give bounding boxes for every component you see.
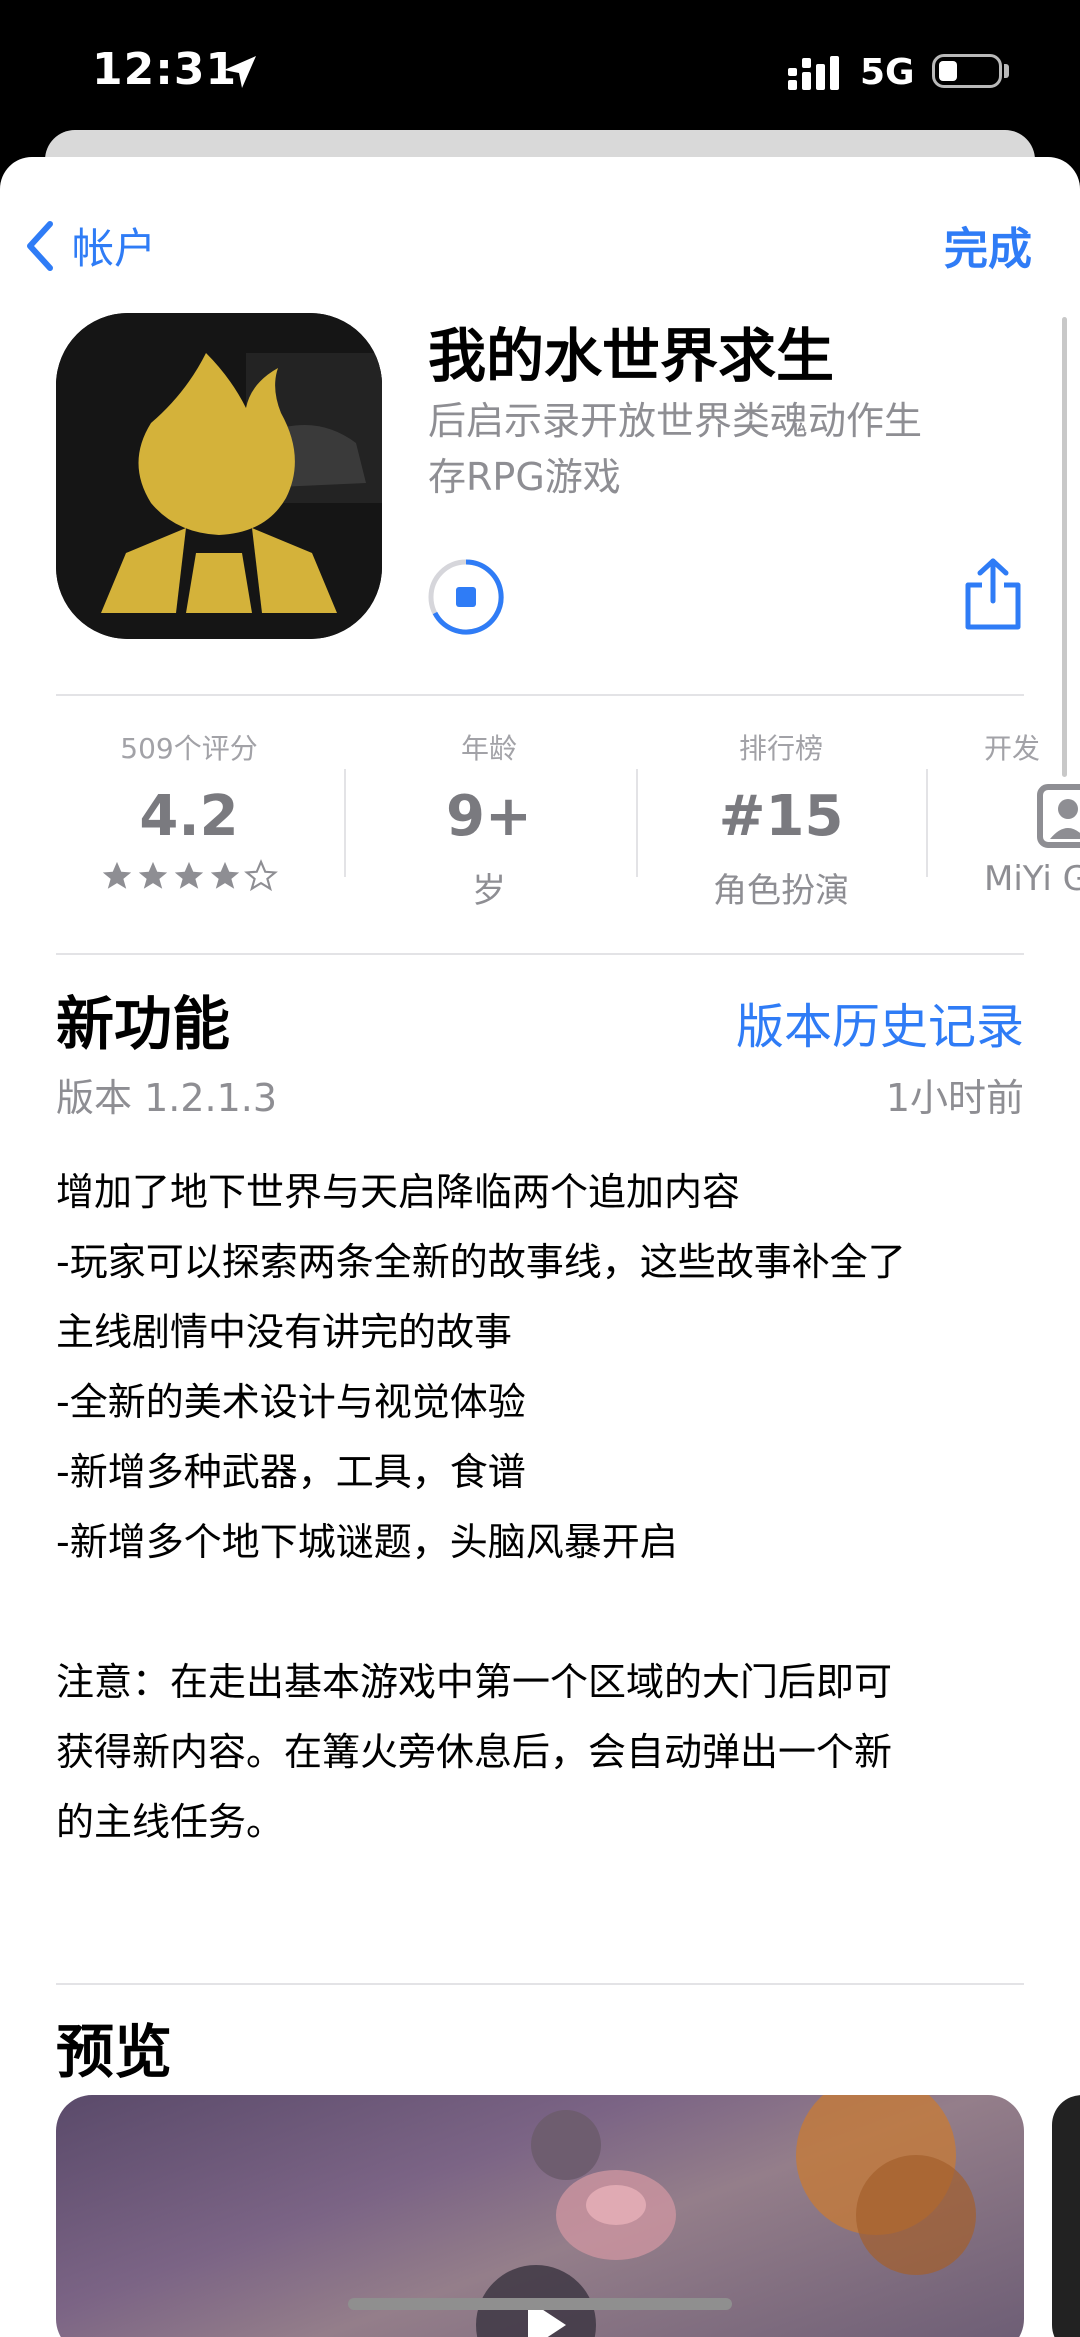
release-note-line: 的主线任务。 xyxy=(56,1800,285,1844)
release-time: 1小时前 xyxy=(885,1076,1024,1120)
flame-logo-icon xyxy=(56,313,382,639)
version-label: 版本 1.2.1.3 xyxy=(56,1076,278,1120)
ratings-count-label: 509个评分 xyxy=(120,732,258,765)
download-progress-button[interactable] xyxy=(426,557,506,637)
star-empty-icon xyxy=(244,859,278,892)
rating-stars xyxy=(44,859,334,893)
location-arrow-icon xyxy=(224,56,256,88)
star-filled-icon xyxy=(174,861,204,889)
divider xyxy=(56,1983,1024,1985)
release-note-line: -新增多种武器，工具，食谱 xyxy=(56,1450,526,1494)
age-label: 年龄 xyxy=(460,732,517,765)
share-icon[interactable] xyxy=(962,557,1024,631)
app-title: 我的水世界求生 xyxy=(428,322,835,390)
app-subtitle: 后启示录开放世界类魂动作生 存RPG游戏 xyxy=(428,393,988,505)
release-note-line: 注意：在走出基本游戏中第一个区域的大门后即可 xyxy=(56,1660,893,1704)
back-button[interactable]: 帐户 xyxy=(24,215,156,276)
stat-chart[interactable]: 排行榜 #15 角色扮演 xyxy=(636,727,926,912)
rating-value: 4.2 xyxy=(139,784,239,849)
release-note-line: -全新的美术设计与视觉体验 xyxy=(56,1380,526,1424)
star-filled-icon xyxy=(210,861,240,889)
chart-label: 排行榜 xyxy=(738,732,823,765)
app-detail-sheet: 帐户 完成 我的水世界求生 后启示录开放世界类魂动作生 存RPG游戏 509个评… xyxy=(0,157,1080,2337)
age-sub: 岁 xyxy=(472,871,506,911)
divider xyxy=(56,953,1024,955)
developer-label: 开发 xyxy=(984,732,1041,765)
scrollbar[interactable] xyxy=(1062,317,1067,777)
battery-icon xyxy=(932,54,1002,88)
home-indicator[interactable] xyxy=(348,2298,732,2310)
preview-title: 预览 xyxy=(56,2018,173,2086)
version-history-link[interactable]: 版本历史记录 xyxy=(736,987,1024,1057)
star-filled-icon xyxy=(138,861,168,889)
developer-avatar-icon xyxy=(1037,784,1080,848)
star-filled-icon xyxy=(102,861,132,889)
release-note-line: -新增多个地下城谜题，头脑风暴开启 xyxy=(56,1520,678,1564)
preview-next-thumbnail[interactable] xyxy=(1052,2095,1080,2337)
developer-name: MiYi G xyxy=(984,859,1080,899)
stat-divider xyxy=(926,769,928,877)
chart-rank: #15 xyxy=(718,784,844,849)
release-note-line: 主线剧情中没有讲完的故事 xyxy=(56,1310,513,1354)
network-type: 5G xyxy=(860,52,915,93)
release-note-line xyxy=(56,1577,1036,1647)
stat-ratings[interactable]: 509个评分 4.2 xyxy=(44,727,334,893)
app-subtitle-line: 后启示录开放世界类魂动作生 xyxy=(428,399,923,443)
chart-category: 角色扮演 xyxy=(713,871,849,911)
signal-icon xyxy=(788,56,839,90)
release-notes: 增加了地下世界与天启降临两个追加内容 -玩家可以探索两条全新的故事线，这些故事补… xyxy=(56,1157,1036,1857)
app-subtitle-line: 存RPG游戏 xyxy=(428,455,621,499)
status-time: 12:31 xyxy=(92,44,238,95)
whats-new-title: 新功能 xyxy=(56,990,231,1058)
battery-nub xyxy=(1004,64,1009,78)
stat-developer[interactable]: 开发 MiYi G xyxy=(984,727,1080,899)
app-icon[interactable] xyxy=(56,313,382,639)
release-note-line: 增加了地下世界与天启降临两个追加内容 xyxy=(56,1170,741,1214)
done-button[interactable]: 完成 xyxy=(944,213,1032,277)
divider xyxy=(56,694,1024,696)
release-note-line: 获得新内容。在篝火旁休息后，会自动弹出一个新 xyxy=(56,1730,893,1774)
chevron-left-icon xyxy=(27,220,53,271)
release-note-line: -玩家可以探索两条全新的故事线，这些故事补全了 xyxy=(56,1240,906,1284)
stat-age[interactable]: 年龄 9+ 岁 xyxy=(344,727,634,912)
back-label: 帐户 xyxy=(72,224,157,273)
age-value: 9+ xyxy=(446,784,532,849)
